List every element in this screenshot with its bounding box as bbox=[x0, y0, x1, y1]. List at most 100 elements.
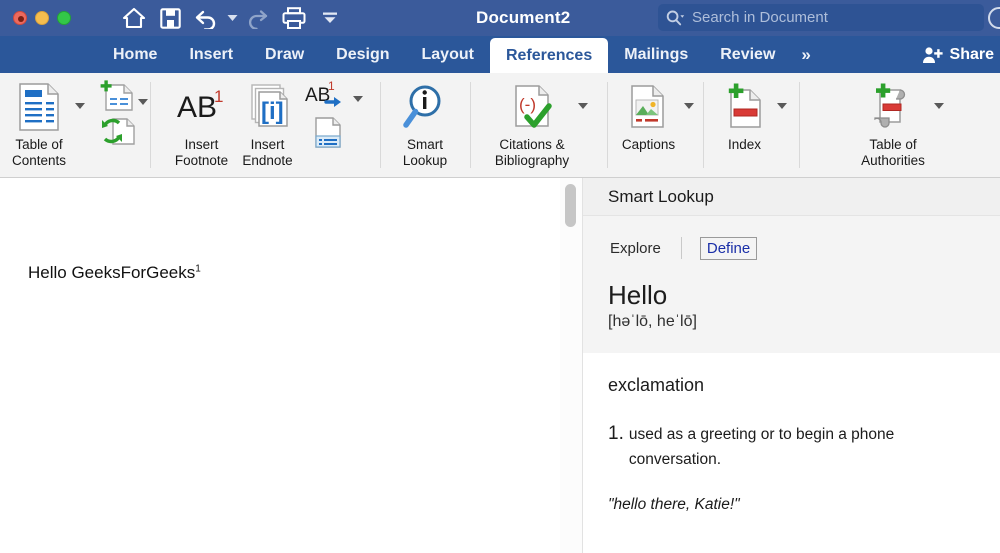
smart-lookup-panel-header: Smart Lookup bbox=[583, 178, 1000, 216]
document-canvas[interactable]: Hello GeeksForGeeks1 bbox=[0, 178, 560, 553]
minimize-window-button[interactable] bbox=[35, 11, 49, 25]
update-table-button[interactable] bbox=[99, 115, 137, 147]
tab-insert[interactable]: Insert bbox=[173, 36, 249, 73]
ribbon-group-captions: Captions bbox=[607, 73, 703, 177]
captions-icon bbox=[625, 79, 671, 135]
captions-dropdown-icon[interactable] bbox=[684, 103, 695, 109]
smart-lookup-icon bbox=[400, 79, 450, 135]
tab-define[interactable]: Define bbox=[699, 236, 758, 260]
citations-bibliography-label: Citations & Bibliography bbox=[494, 137, 570, 168]
save-icon[interactable] bbox=[153, 3, 187, 33]
redo-icon[interactable] bbox=[241, 3, 275, 33]
table-of-contents-button[interactable]: Table of Contents bbox=[2, 79, 72, 169]
smart-lookup-panel: Smart Lookup Explore Define Hello [həˈlō… bbox=[582, 178, 1000, 553]
close-window-button[interactable] bbox=[13, 11, 27, 25]
insert-endnote-label: Insert Endnote bbox=[242, 137, 293, 168]
lookup-word: Hello bbox=[608, 280, 668, 310]
show-notes-icon bbox=[315, 117, 341, 148]
insert-footnote-button[interactable]: AB 1 Insert Footnote bbox=[168, 79, 236, 169]
scrollbar-thumb[interactable] bbox=[565, 184, 576, 227]
index-button[interactable]: Index bbox=[716, 79, 774, 153]
print-icon[interactable] bbox=[277, 3, 311, 33]
ribbon-group-index: Index bbox=[703, 73, 799, 177]
tab-divider bbox=[680, 237, 682, 259]
word-application-window: Document2 Search in Document Home Insert… bbox=[0, 0, 1000, 553]
tab-home[interactable]: Home bbox=[97, 36, 173, 73]
window-controls bbox=[0, 11, 71, 25]
share-button[interactable]: Share bbox=[922, 36, 994, 73]
citations-dropdown-icon[interactable] bbox=[578, 103, 589, 109]
table-of-contents-dropdown-icon[interactable] bbox=[75, 103, 86, 109]
search-input[interactable]: Search in Document bbox=[692, 9, 828, 26]
tab-overflow-button[interactable]: » bbox=[791, 36, 820, 73]
insert-endnote-button[interactable]: [i] Insert Endnote bbox=[236, 79, 300, 169]
insert-endnote-icon: [i] bbox=[242, 79, 294, 135]
smart-lookup-label: Smart Lookup bbox=[402, 137, 448, 168]
maximize-window-button[interactable] bbox=[57, 11, 71, 25]
ribbon-group-table-of-contents: Table of Contents bbox=[0, 73, 150, 177]
tab-draw[interactable]: Draw bbox=[249, 36, 320, 73]
customize-toolbar-icon[interactable] bbox=[313, 3, 347, 33]
ribbon-group-citations: (-) Citations & Bibliography bbox=[470, 73, 607, 177]
document-text-run: Hello GeeksForGeeks bbox=[28, 263, 196, 282]
svg-text:1: 1 bbox=[214, 87, 223, 106]
show-notes-button[interactable] bbox=[306, 115, 346, 151]
table-of-authorities-label: Table of Authorities bbox=[861, 137, 925, 168]
search-icon bbox=[666, 10, 685, 25]
definition-text: used as a greeting or to begin a phone c… bbox=[628, 426, 895, 468]
add-text-dropdown-icon[interactable] bbox=[138, 99, 149, 105]
ribbon-group-smart-lookup: Smart Lookup bbox=[380, 73, 470, 177]
definition-example: "hello there, Katie!" bbox=[608, 496, 740, 513]
table-of-authorities-icon bbox=[867, 79, 919, 135]
document-body-text[interactable]: Hello GeeksForGeeks1 bbox=[28, 263, 201, 283]
ribbon-tab-bar: Home Insert Draw Design Layout Reference… bbox=[0, 36, 1000, 73]
footnote-reference-marker[interactable]: 1 bbox=[195, 263, 201, 274]
table-of-authorities-dropdown-icon[interactable] bbox=[933, 103, 944, 109]
quick-access-toolbar bbox=[117, 3, 347, 33]
svg-text:(-): (-) bbox=[519, 95, 536, 114]
svg-text:[i]: [i] bbox=[261, 98, 284, 125]
share-person-icon bbox=[922, 46, 943, 63]
ribbon-toolbar: Table of Contents AB 1 Insert Footnote [… bbox=[0, 73, 1000, 178]
insert-footnote-label: Insert Footnote bbox=[174, 137, 229, 168]
tab-mailings[interactable]: Mailings bbox=[608, 36, 704, 73]
citations-bibliography-button[interactable]: (-) Citations & Bibliography bbox=[489, 79, 575, 169]
tab-layout[interactable]: Layout bbox=[406, 36, 490, 73]
tab-references[interactable]: References bbox=[489, 38, 609, 73]
definition-number: 1. bbox=[608, 423, 624, 444]
ribbon-tabs: Home Insert Draw Design Layout Reference… bbox=[0, 36, 1000, 73]
captions-label: Captions bbox=[621, 137, 676, 152]
title-bar: Document2 Search in Document bbox=[0, 0, 1000, 36]
undo-dropdown-icon[interactable] bbox=[225, 3, 239, 33]
undo-icon[interactable] bbox=[189, 3, 223, 33]
next-footnote-icon: AB 1 bbox=[305, 79, 341, 107]
table-of-authorities-button[interactable]: Table of Authorities bbox=[855, 79, 931, 169]
insert-footnote-icon: AB 1 bbox=[174, 79, 230, 135]
add-text-button[interactable] bbox=[97, 79, 149, 113]
smart-lookup-tabs: Explore Define bbox=[583, 216, 1000, 280]
lookup-pronunciation: [həˈlō, heˈlō] bbox=[608, 313, 697, 330]
index-dropdown-icon[interactable] bbox=[776, 103, 787, 109]
captions-button[interactable]: Captions bbox=[616, 79, 681, 153]
index-icon bbox=[722, 79, 768, 135]
citations-icon: (-) bbox=[507, 79, 557, 135]
document-vertical-scrollbar[interactable] bbox=[560, 178, 583, 553]
tab-explore[interactable]: Explore bbox=[608, 236, 663, 261]
smart-lookup-panel-title: Smart Lookup bbox=[608, 186, 714, 206]
next-footnote-button[interactable]: AB 1 bbox=[304, 79, 363, 109]
home-icon[interactable] bbox=[117, 3, 151, 33]
definition-block: exclamation 1. used as a greeting or to … bbox=[583, 353, 1000, 514]
document-title: Document2 bbox=[476, 8, 571, 27]
search-box[interactable]: Search in Document bbox=[658, 4, 984, 31]
next-footnote-dropdown-icon[interactable] bbox=[352, 96, 363, 102]
ribbon-group-table-of-authorities: Table of Authorities bbox=[799, 73, 1000, 177]
smart-lookup-button[interactable]: Smart Lookup bbox=[394, 79, 456, 169]
index-label: Index bbox=[727, 137, 762, 152]
svg-text:AB: AB bbox=[177, 91, 217, 124]
definition-entry: 1. used as a greeting or to begin a phon… bbox=[608, 422, 973, 472]
table-of-contents-icon bbox=[16, 79, 62, 135]
tab-review[interactable]: Review bbox=[704, 36, 791, 73]
update-table-icon bbox=[101, 118, 135, 145]
account-avatar-icon[interactable] bbox=[988, 7, 1000, 29]
tab-design[interactable]: Design bbox=[320, 36, 405, 73]
